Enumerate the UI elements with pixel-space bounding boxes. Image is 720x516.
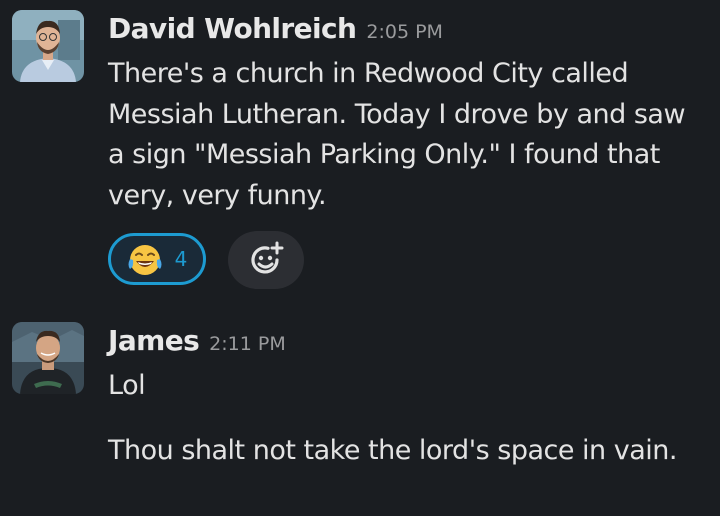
joy-emoji-icon (128, 245, 162, 275)
timestamp[interactable]: 2:05 PM (366, 21, 443, 43)
avatar-james-image (12, 322, 84, 394)
reaction-joy[interactable]: 4 (108, 233, 206, 285)
add-reaction-icon (251, 241, 284, 274)
author-name[interactable]: David Wohlreich (108, 12, 357, 45)
message-text: There's a church in Redwood City called … (108, 58, 694, 211)
author-name[interactable]: James (108, 324, 200, 357)
message-header: James 2:11 PM (108, 324, 286, 357)
message-header: David Wohlreich 2:05 PM (108, 12, 443, 45)
avatar-david-image (12, 10, 84, 82)
avatar-david[interactable] (12, 10, 84, 82)
message-text: Thou shalt not take the lord's space in … (108, 435, 677, 466)
reaction-count: 4 (174, 247, 188, 271)
timestamp[interactable]: 2:11 PM (209, 333, 286, 355)
message-text: Lol (108, 370, 146, 401)
add-reaction-button[interactable] (228, 231, 304, 289)
avatar-james[interactable] (12, 322, 84, 394)
